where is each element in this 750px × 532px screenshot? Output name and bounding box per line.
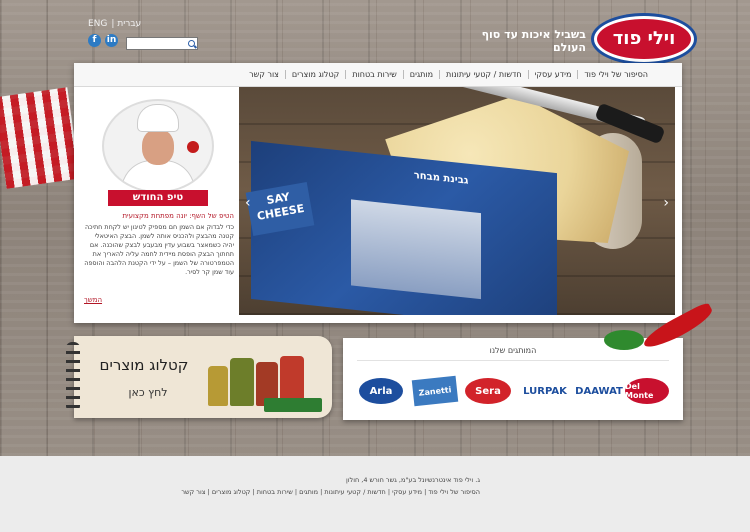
jar-icon bbox=[208, 366, 228, 406]
lang-he-link[interactable]: עברית bbox=[117, 19, 141, 29]
brand-delmonte[interactable]: Del Monte bbox=[625, 378, 669, 404]
brand-lurpak[interactable]: LURPAK bbox=[517, 378, 573, 404]
catalog-notebook[interactable]: קטלוג מוצרים לחץ כאן bbox=[66, 336, 332, 418]
footer-address: ג. וילי פוד אינטרנשיונל בע"מ, גשר חורש 4… bbox=[345, 476, 480, 484]
spoon-icon bbox=[187, 141, 199, 153]
product-jars-image bbox=[208, 346, 326, 412]
nav-item-business[interactable]: מידע עסקי bbox=[527, 70, 578, 79]
catalog-title: קטלוג מוצרים bbox=[99, 356, 189, 374]
nav-item-story[interactable]: הסיפור של וילי פוד bbox=[577, 70, 654, 79]
hero-image[interactable]: גבינת מבחר SAY CHEESE ‹ › bbox=[239, 87, 675, 315]
nav-item-contact[interactable]: צור קשר bbox=[243, 70, 285, 79]
tagline: בשביל איכות עד סוף העולם bbox=[481, 28, 586, 54]
tip-body: כדי לבדוק אם השמן חם מספיק לטיגון יש לקח… bbox=[84, 223, 234, 276]
nav-item-brands[interactable]: מותגים bbox=[402, 70, 439, 79]
nav-item-safety[interactable]: שירות בטחות bbox=[345, 70, 402, 79]
facebook-icon[interactable]: f bbox=[88, 34, 101, 47]
chef-coat bbox=[122, 161, 194, 191]
package-label: גבינת מבחר bbox=[413, 170, 469, 187]
checkered-napkin-decoration bbox=[0, 87, 81, 189]
social-links: f in bbox=[88, 34, 118, 47]
tip-subtitle: הטיפ של השף: יונה מפתחת מקצועית bbox=[122, 212, 234, 220]
chef-avatar bbox=[102, 99, 214, 193]
nav-item-catalog[interactable]: קטלוג מוצרים bbox=[284, 70, 345, 79]
linkedin-icon[interactable]: in bbox=[105, 34, 118, 47]
brand-daawat[interactable]: DAAWAT bbox=[575, 378, 623, 404]
brand-arla[interactable]: Arla bbox=[359, 378, 403, 404]
brands-panel: המותגים שלנו Arla Zanetti Sera LURPAK DA… bbox=[343, 338, 683, 420]
main-nav: הסיפור של וילי פוד מידע עסקי חדשות / קטע… bbox=[74, 63, 682, 87]
language-switcher: ENG | עברית bbox=[88, 19, 142, 29]
brand-zanetti[interactable]: Zanetti bbox=[411, 375, 459, 407]
catalog-click-here[interactable]: לחץ כאן bbox=[118, 386, 178, 399]
chef-hat-icon bbox=[138, 105, 178, 131]
package-photo bbox=[351, 199, 481, 300]
search-input[interactable] bbox=[127, 38, 187, 49]
lang-en-link[interactable]: ENG bbox=[88, 19, 107, 29]
can-icon bbox=[264, 398, 322, 412]
divider bbox=[357, 360, 669, 361]
footer: ג. וילי פוד אינטרנשיונל בע"מ, גשר חורש 4… bbox=[0, 456, 750, 532]
tip-more-link[interactable]: המשך bbox=[84, 296, 102, 304]
jar-icon bbox=[230, 358, 254, 406]
nav-item-news[interactable]: חדשות / קטעי עיתונות bbox=[439, 70, 528, 79]
hero-next-arrow[interactable]: › bbox=[663, 195, 669, 211]
footer-links[interactable]: הסיפור של וילי פוד | מידע עסקי | חדשות /… bbox=[181, 488, 480, 496]
herb-decoration bbox=[604, 330, 644, 350]
main-card: הסיפור של וילי פוד מידע עסקי חדשות / קטע… bbox=[74, 63, 682, 323]
logo[interactable]: וילי פוד bbox=[594, 16, 694, 62]
search-icon[interactable] bbox=[187, 39, 197, 49]
hero-prev-arrow[interactable]: ‹ bbox=[245, 195, 251, 211]
brand-sera[interactable]: Sera bbox=[465, 378, 511, 404]
tip-of-month-banner: טיפ החודש bbox=[108, 190, 208, 206]
notebook-spiral bbox=[66, 342, 80, 412]
chef-face bbox=[142, 129, 174, 165]
search-box bbox=[126, 37, 198, 50]
